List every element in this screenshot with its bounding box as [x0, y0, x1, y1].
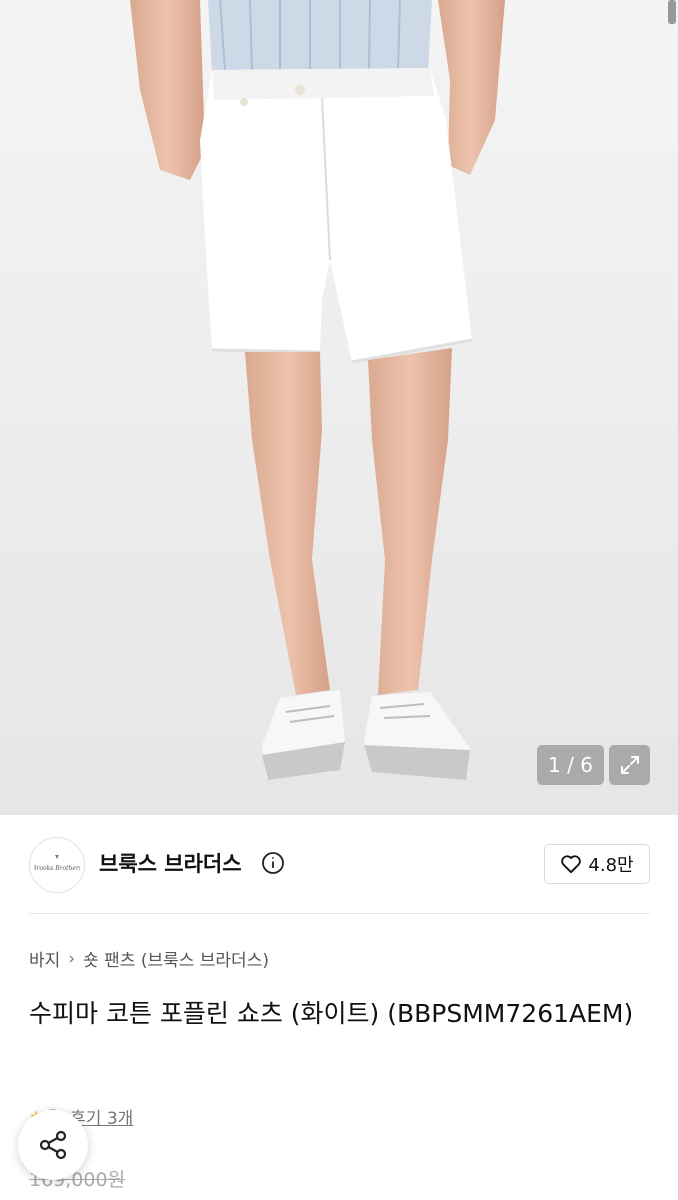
share-icon	[39, 1130, 67, 1160]
brand-name[interactable]: 브룩스 브라더스	[99, 848, 242, 878]
image-counter: 1 / 6	[537, 745, 604, 785]
info-icon[interactable]	[261, 851, 285, 875]
product-photo	[0, 0, 678, 815]
heart-icon	[561, 855, 582, 874]
product-image-gallery[interactable]: 1 / 6	[0, 0, 678, 815]
chevron-right-icon: ›	[68, 948, 76, 969]
expand-icon	[620, 756, 639, 774]
breadcrumb-item-subcategory[interactable]: 숏 팬츠 (브룩스 브라더스)	[83, 946, 269, 971]
brand-row: Brooks Brothers 브룩스 브라더스 4.8만	[0, 815, 678, 915]
breadcrumb-item-category[interactable]: 바지	[29, 946, 60, 971]
product-title: 수피마 코튼 포플린 쇼츠 (화이트) (BBPSMM7261AEM)	[29, 999, 634, 1028]
divider	[29, 913, 650, 914]
scrollbar-thumb[interactable]	[668, 0, 676, 24]
brand-logo-mark: Brooks Brothers	[34, 855, 80, 872]
brand-logo[interactable]: Brooks Brothers	[29, 837, 85, 893]
expand-image-button[interactable]	[609, 745, 650, 785]
like-count: 4.8만	[588, 855, 634, 876]
svg-text:Brooks Brothers: Brooks Brothers	[34, 865, 80, 872]
share-button[interactable]	[18, 1110, 88, 1180]
breadcrumb: 바지 › 숏 팬츠 (브룩스 브라더스)	[29, 946, 269, 972]
like-button[interactable]: 4.8만	[544, 844, 650, 884]
